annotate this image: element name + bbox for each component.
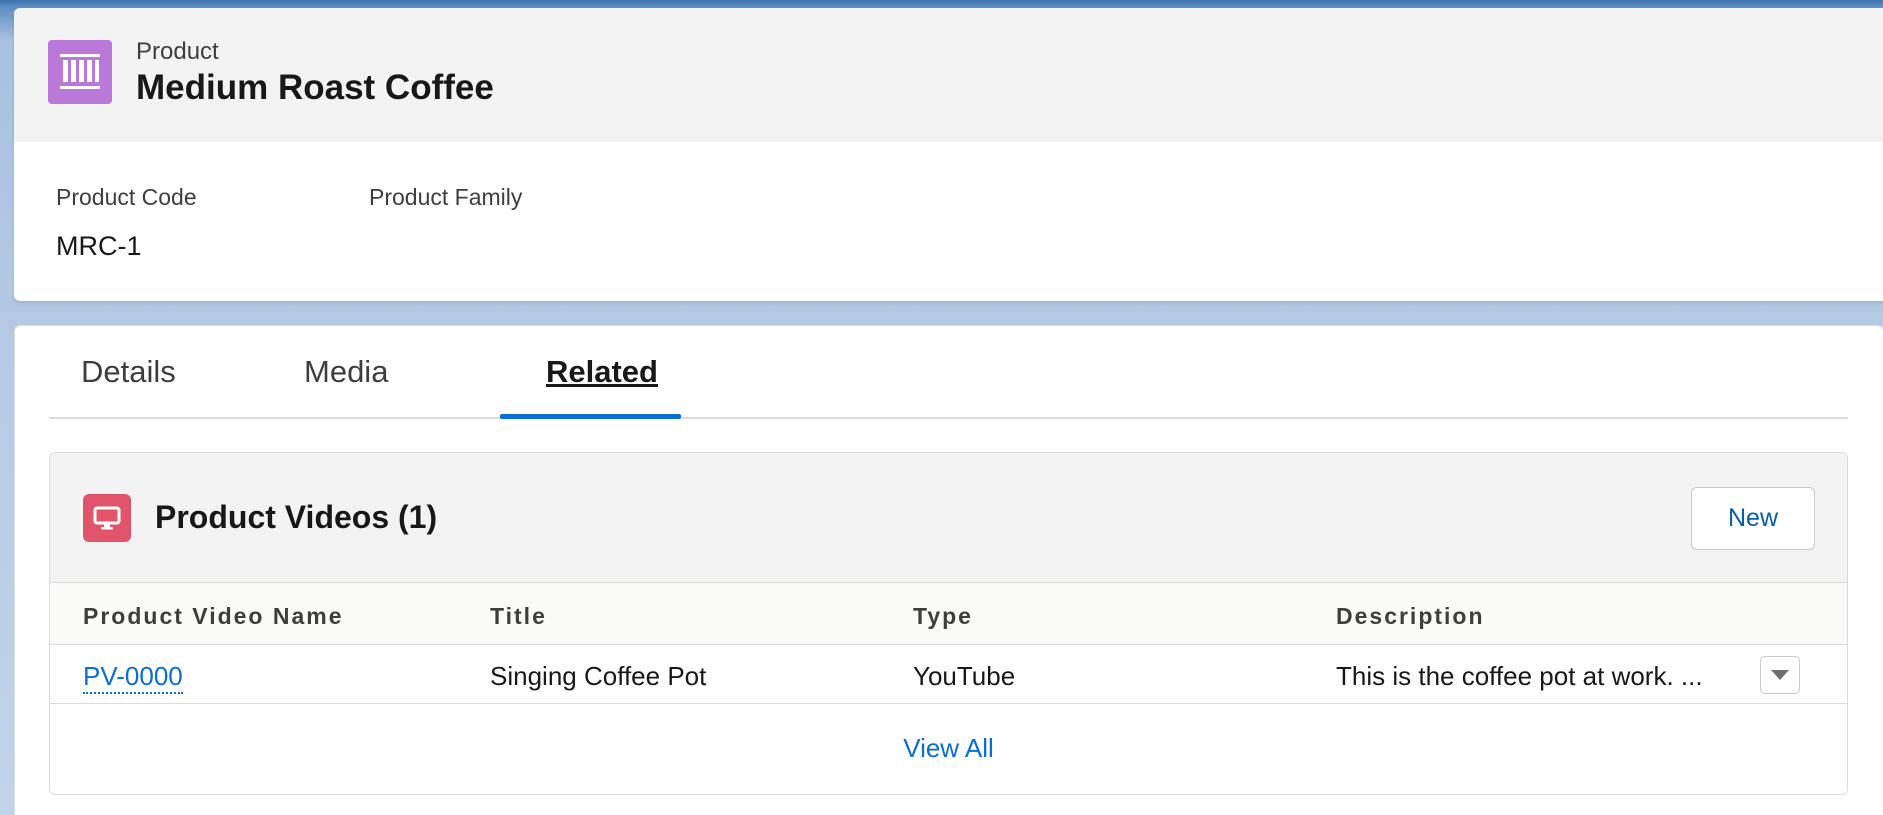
main-content-card: Details Media Related Product Videos (1)… (14, 325, 1883, 815)
product-video-name-link[interactable]: PV-0000 (83, 661, 183, 694)
field-label: Product Family (369, 184, 523, 210)
field-product-family: Product Family (369, 184, 522, 263)
view-all-link[interactable]: View All (903, 733, 994, 764)
table-header-row: Product Video Name Title Type Descriptio… (50, 583, 1847, 645)
view-all-footer: View All (50, 704, 1847, 792)
record-header: Product Medium Roast Coffee Product Code… (14, 8, 1883, 301)
tab-related[interactable]: Related (514, 354, 690, 419)
field-value: MRC-1 (56, 231, 142, 261)
chevron-down-icon (1771, 670, 1789, 680)
field-label: Product Code (56, 184, 197, 210)
record-title: Medium Roast Coffee (136, 68, 494, 107)
tab-bar: Details Media Related (49, 326, 1848, 419)
new-button[interactable]: New (1691, 487, 1815, 550)
active-tab-indicator (500, 414, 681, 419)
video-type-cell: YouTube (913, 661, 1016, 691)
tab-details[interactable]: Details (49, 354, 208, 419)
column-header-type[interactable]: Type (913, 603, 973, 630)
column-header-title[interactable]: Title (490, 603, 547, 630)
record-header-top: Product Medium Roast Coffee (14, 8, 1883, 142)
column-header-product-video-name[interactable]: Product Video Name (83, 603, 344, 630)
column-header-description[interactable]: Description (1336, 603, 1485, 630)
video-title-cell: Singing Coffee Pot (490, 661, 707, 691)
tab-media[interactable]: Media (272, 354, 420, 419)
related-list-header: Product Videos (1) New (50, 453, 1847, 583)
video-description-cell: This is the coffee pot at work. ... (1336, 661, 1703, 691)
table-row: PV-0000 Singing Coffee Pot YouTube This … (50, 645, 1847, 704)
product-icon (48, 40, 112, 104)
field-value (369, 231, 522, 263)
related-list-title[interactable]: Product Videos (1) (155, 499, 437, 536)
field-product-code: Product Code MRC-1 (56, 184, 197, 263)
object-type-label: Product (136, 38, 219, 65)
desktop-video-icon (83, 494, 131, 542)
related-list-product-videos: Product Videos (1) New Product Video Nam… (49, 452, 1848, 795)
row-actions-button[interactable] (1760, 656, 1800, 694)
